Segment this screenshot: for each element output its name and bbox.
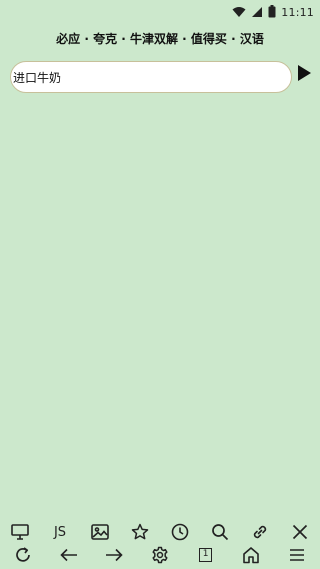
tabs-icon: 1 (199, 548, 213, 562)
signal-icon (251, 3, 263, 22)
forward-arrow-icon (105, 548, 123, 562)
forward-button[interactable] (98, 542, 130, 568)
image-icon (91, 524, 109, 540)
status-time: 11:11 (281, 5, 314, 19)
back-button[interactable] (53, 542, 85, 568)
status-bar: 11:11 (0, 0, 320, 24)
home-button[interactable] (235, 542, 267, 568)
refresh-icon (14, 546, 32, 564)
settings-button[interactable] (144, 542, 176, 568)
refresh-button[interactable] (7, 542, 39, 568)
home-icon (242, 546, 260, 564)
tabs-button[interactable]: 1 (190, 542, 222, 568)
play-arrow-icon (297, 65, 311, 85)
clock-icon (171, 523, 189, 541)
back-arrow-icon (59, 548, 78, 562)
link-icon (251, 523, 269, 541)
battery-icon (268, 3, 276, 22)
search-icon (211, 523, 229, 541)
toolbar-bottom: 1 (0, 541, 320, 569)
js-label: JS (53, 524, 67, 540)
menu-button[interactable] (281, 542, 313, 568)
search-box (10, 61, 292, 93)
search-input[interactable] (10, 61, 292, 93)
gear-icon (151, 546, 169, 564)
go-button[interactable] (296, 65, 312, 85)
star-icon (131, 523, 149, 541)
menu-icon (289, 548, 305, 562)
close-icon (292, 524, 308, 540)
wifi-icon (232, 3, 246, 22)
search-engines-title: 必应 · 夸克 · 牛津双解 · 值得买 · 汉语 (56, 32, 264, 46)
monitor-icon (11, 524, 29, 540)
status-icons: 11:11 (232, 3, 314, 21)
